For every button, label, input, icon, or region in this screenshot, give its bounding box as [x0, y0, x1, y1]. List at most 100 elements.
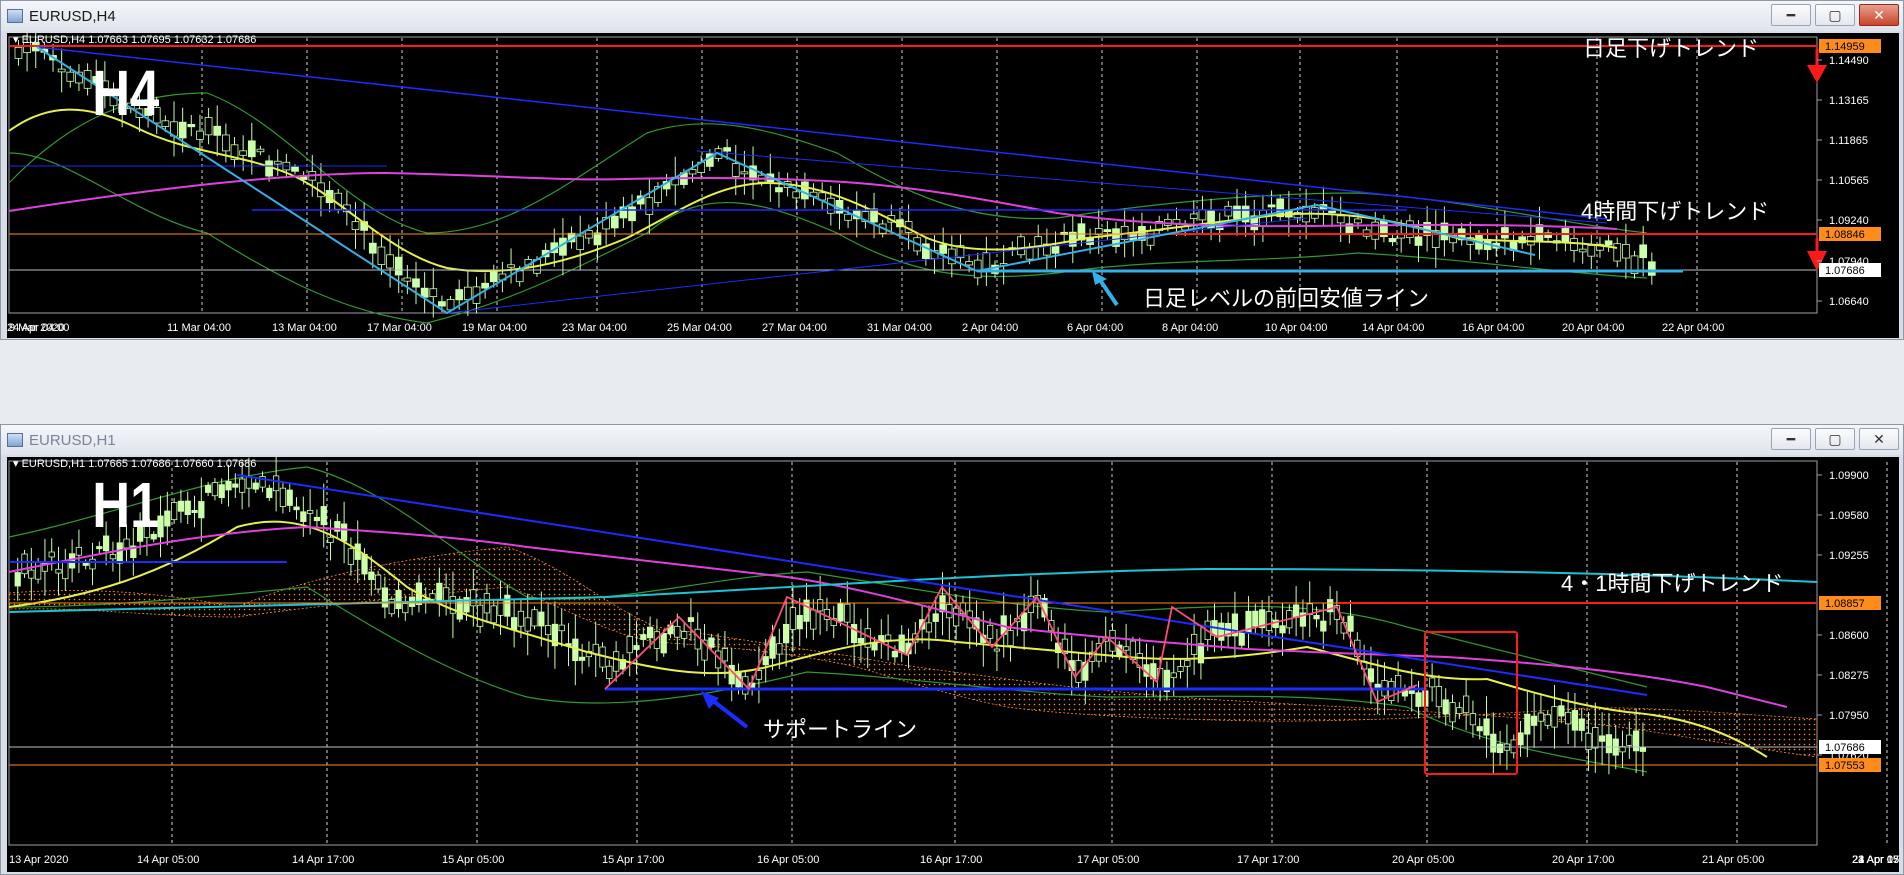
titlebar-h1[interactable]: EURUSD,H1 ━ ▢ ✕ [1, 425, 1903, 455]
candle-body [279, 487, 287, 507]
candle-body [796, 615, 803, 630]
time-tick-label: 14 Apr 05:00 [137, 854, 199, 866]
close-button[interactable]: ✕ [1859, 4, 1899, 26]
candle-body [606, 665, 613, 679]
candle-body [177, 500, 185, 512]
close-button[interactable]: ✕ [1859, 428, 1899, 450]
candle-body [429, 288, 438, 298]
candle-body [1354, 218, 1362, 224]
chart-window-h1[interactable]: EURUSD,H1 ━ ▢ ✕ ▾ EURUSD,H1 1.07665 1.07… [0, 424, 1904, 875]
candle-body [1103, 229, 1112, 232]
candle-body [377, 246, 386, 265]
candle-body [1633, 730, 1640, 752]
price-tick-label: 1.09240 [1829, 215, 1869, 227]
candle-body [1565, 711, 1572, 725]
price-marker-label: 1.07553 [1825, 760, 1865, 772]
grid-lines [171, 462, 1888, 845]
candle-body [14, 572, 21, 587]
price-tick-label: 1.14490 [1829, 55, 1869, 67]
candle-body [306, 510, 314, 514]
candle-body [374, 574, 382, 590]
candle-body [1259, 209, 1267, 227]
candle-body [1265, 611, 1273, 631]
candle-body [982, 252, 991, 271]
candle-body [1123, 646, 1130, 651]
candle-body [238, 478, 246, 493]
titlebar-h4[interactable]: EURUSD,H4 ━ ▢ ✕ [1, 1, 1903, 31]
candle-body [1388, 238, 1397, 243]
chart-window-icon [7, 433, 23, 447]
price-marker-label: 1.08846 [1825, 229, 1865, 241]
candle-body [1561, 228, 1570, 243]
candle-body [1435, 686, 1443, 708]
candle-body [817, 599, 824, 612]
price-marker-label: 1.08857 [1825, 598, 1865, 610]
candle-body [66, 71, 75, 82]
candle-body [953, 607, 960, 627]
candle-body [660, 632, 667, 654]
time-tick-label: 22 Apr 04:00 [1662, 322, 1724, 334]
time-tick-label: 25 Mar 04:00 [667, 322, 732, 334]
candle-body [1034, 236, 1043, 247]
time-tick-label: 21 Apr 05:00 [1702, 854, 1764, 866]
candle-body [178, 121, 187, 139]
candle-body [592, 643, 599, 655]
maximize-button[interactable]: ▢ [1815, 428, 1855, 450]
price-tick-label: 1.10565 [1829, 175, 1869, 187]
candlesticks [14, 33, 1656, 318]
candle-body [1517, 732, 1524, 746]
candle-body [545, 625, 552, 636]
candle-body [351, 221, 360, 230]
candle-body [48, 551, 55, 558]
candle-body [708, 637, 715, 648]
candle-body [1639, 244, 1648, 259]
time-tick-label: 17 Apr 17:00 [1237, 854, 1299, 866]
price-tick-label: 1.09255 [1829, 550, 1869, 562]
candle-body [245, 476, 253, 489]
candle-body [313, 516, 321, 522]
candle-body [993, 648, 1001, 652]
candle-body [438, 301, 446, 307]
candle-body [721, 648, 729, 662]
chart-window-icon [7, 9, 23, 23]
price-chart-h1[interactable]: ▾ EURUSD,H1 1.07665 1.07686 1.07660 1.07… [7, 457, 1899, 872]
price-chart-h4[interactable]: ▾ EURUSD,H4 1.07663 1.07695 1.07632 1.07… [7, 33, 1899, 338]
price-axis: 1.144901.131651.118651.105651.092401.079… [1817, 39, 1881, 308]
timeframe-label: H4 [92, 58, 159, 129]
price-tick-label: 1.07950 [1829, 710, 1869, 722]
candle-body [1613, 243, 1622, 262]
candle-body [1347, 615, 1354, 632]
minimize-button[interactable]: ━ [1771, 428, 1811, 450]
chart-info-line: ▾ EURUSD,H4 1.07663 1.07695 1.07632 1.07… [13, 34, 256, 46]
candle-body [810, 609, 817, 630]
time-tick-label: 20 Apr 05:00 [1392, 854, 1454, 866]
candle-body [412, 278, 420, 288]
maximize-button[interactable]: ▢ [1815, 4, 1855, 26]
minimize-button[interactable]: ━ [1771, 4, 1811, 26]
annotation-daily-downtrend: 日足下げトレンド [1583, 36, 1759, 61]
candle-body [1639, 746, 1647, 752]
candle-body [1558, 705, 1565, 717]
candle-body [402, 603, 409, 614]
candle-body [1490, 733, 1497, 753]
candle-body [939, 244, 948, 254]
candle-body [1476, 726, 1483, 732]
candle-body [327, 536, 334, 543]
candle-body [965, 261, 973, 266]
annotation-h4-downtrend: 4時間下げトレンド [1581, 199, 1769, 224]
candle-body [844, 603, 851, 623]
candle-body [69, 553, 76, 569]
chart-window-h4[interactable]: EURUSD,H4 ━ ▢ ✕ ▾ EURUSD,H4 1.07663 1.07… [0, 0, 1904, 340]
price-marker-label: 1.14959 [1825, 41, 1865, 53]
candle-body [204, 485, 212, 493]
time-tick-label: 16 Apr 04:00 [1462, 322, 1524, 334]
candle-body [170, 502, 178, 521]
candle-body [184, 500, 191, 516]
candle-body [55, 568, 62, 574]
candle-body [987, 624, 994, 639]
candle-body [300, 511, 307, 522]
time-tick-label: 11 Mar 04:00 [167, 322, 231, 334]
candle-body [320, 506, 327, 526]
time-tick-label: 13 Mar 04:00 [272, 322, 337, 334]
candle-body [89, 558, 96, 570]
